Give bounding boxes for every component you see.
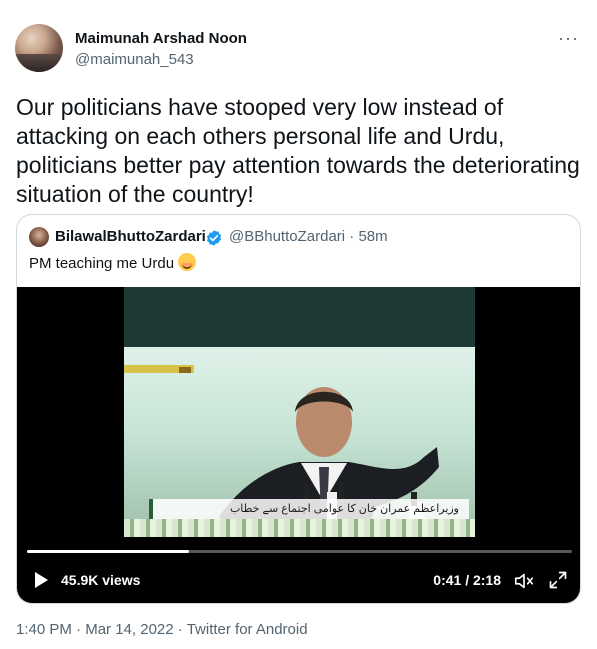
- separator-dot: ·: [177, 621, 183, 638]
- verified-badge-icon: [206, 230, 222, 246]
- tweet-source-link[interactable]: Twitter for Android: [187, 621, 308, 638]
- quoted-author-handle-time[interactable]: @BBhuttoZardari · 58m: [229, 228, 388, 245]
- quoted-author-avatar[interactable]: [29, 227, 49, 247]
- quoted-tweet-time[interactable]: 58m: [358, 228, 387, 245]
- quoted-author-name[interactable]: BilawalBhuttoZardari: [55, 228, 206, 245]
- quoted-tweet[interactable]: BilawalBhuttoZardari @BBhuttoZardari · 5…: [16, 214, 581, 604]
- quoted-tweet-text-body: PM teaching me Urdu: [29, 255, 175, 272]
- volume-muted-icon[interactable]: [513, 570, 535, 592]
- tweet-metadata: 1:40 PM · Mar 14, 2022 · Twitter for And…: [16, 621, 308, 638]
- author-handle[interactable]: @maimunah_543: [75, 51, 194, 68]
- author-name[interactable]: Maimunah Arshad Noon: [75, 30, 247, 47]
- more-options-icon[interactable]: ···: [558, 28, 579, 49]
- play-icon[interactable]: [35, 572, 48, 588]
- fullscreen-icon[interactable]: [548, 570, 568, 590]
- channel-tag-mark: [179, 367, 191, 373]
- video-timecode: 0:41 / 2:18: [433, 572, 501, 588]
- video-player[interactable]: وزیراعظم عمران خان کا عوامی اجتماع سے خط…: [17, 287, 580, 603]
- video-progress-fill: [27, 550, 189, 553]
- tweet-text: Our politicians have stooped very low in…: [16, 94, 580, 207]
- tweet-timestamp-link[interactable]: 1:40 PM · Mar 14, 2022: [16, 621, 174, 638]
- video-scene: وزیراعظم عمران خان کا عوامی اجتماع سے خط…: [124, 347, 475, 537]
- video-frame: وزیراعظم عمران خان کا عوامی اجتماع سے خط…: [124, 287, 475, 537]
- quoted-tweet-text: PM teaching me Urdu: [29, 253, 197, 272]
- author-avatar[interactable]: [15, 24, 63, 72]
- lower-third-text: وزیراعظم عمران خان کا عوامی اجتماع سے خط…: [229, 503, 459, 515]
- video-progress-bar[interactable]: [27, 550, 572, 553]
- tweet-date[interactable]: Mar 14, 2022: [85, 621, 173, 638]
- separator-dot: ·: [349, 228, 355, 245]
- smiling-face-emoji-icon: [178, 253, 197, 271]
- stage-flowers: [124, 519, 475, 537]
- tweet-time[interactable]: 1:40 PM: [16, 621, 72, 638]
- separator-dot: ·: [76, 621, 82, 638]
- view-count: 45.9K views: [61, 572, 141, 588]
- lower-third-banner: وزیراعظم عمران خان کا عوامی اجتماع سے خط…: [149, 499, 469, 519]
- quoted-author-handle[interactable]: @BBhuttoZardari: [229, 228, 345, 245]
